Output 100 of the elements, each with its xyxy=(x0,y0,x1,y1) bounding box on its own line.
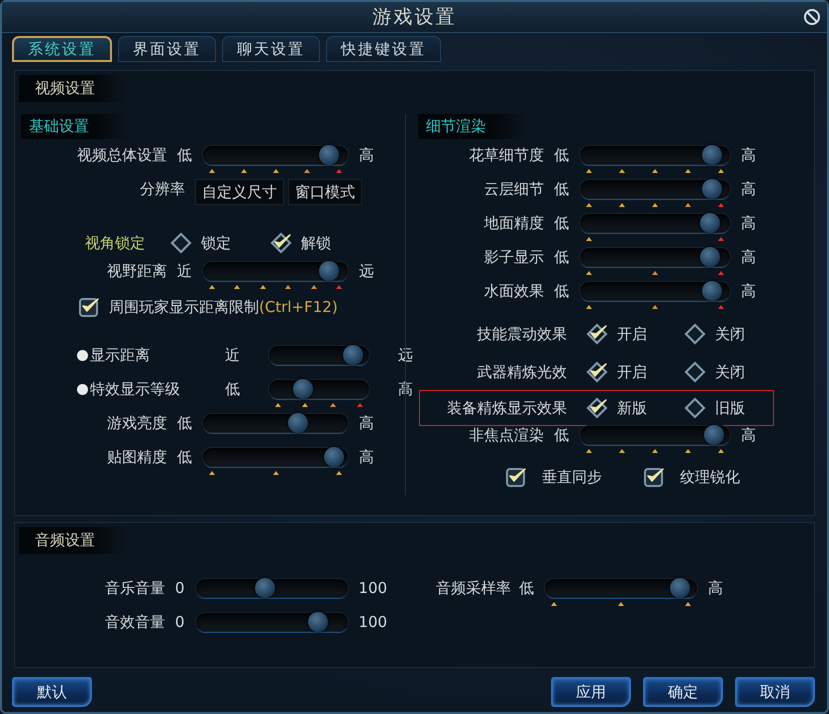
radio-option[interactable]: 解锁 xyxy=(269,231,355,255)
radio-option[interactable]: 关闭 xyxy=(683,360,773,384)
radio-option[interactable]: 新版 xyxy=(585,396,675,420)
slider-track[interactable] xyxy=(579,145,731,165)
close-icon[interactable] xyxy=(803,8,821,26)
min-label: 低 xyxy=(519,578,534,598)
min-label: 低 xyxy=(225,379,240,399)
slider-track[interactable] xyxy=(202,145,349,165)
slider-thumb[interactable] xyxy=(324,447,344,467)
slider-track[interactable] xyxy=(579,425,731,445)
setting-label: 视角锁定 xyxy=(84,233,146,253)
max-label: 100 xyxy=(358,578,388,598)
slider-thumb[interactable] xyxy=(702,281,722,301)
footer-button[interactable]: 确定 xyxy=(643,677,723,707)
slider-thumb[interactable] xyxy=(702,145,722,165)
slider-thumb[interactable] xyxy=(319,261,340,281)
min-label: 0 xyxy=(175,612,185,632)
dropdown[interactable]: 自定义尺寸 xyxy=(195,179,284,205)
setting-label: 影子显示 xyxy=(483,247,545,267)
min-label: 低 xyxy=(177,145,192,165)
radio-option[interactable]: 开启 xyxy=(585,360,675,384)
min-label: 低 xyxy=(554,213,569,233)
min-label: 低 xyxy=(554,247,569,267)
max-label: 高 xyxy=(359,447,374,467)
tab[interactable]: 聊天设置 xyxy=(222,36,320,62)
footer-button[interactable]: 默认 xyxy=(12,677,92,707)
setting-label: 技能震动效果 xyxy=(476,324,568,344)
checkbox-option[interactable]: 纹理锐化 xyxy=(642,465,740,489)
min-label: 低 xyxy=(554,145,569,165)
slider-track[interactable] xyxy=(202,261,349,281)
slider-thumb[interactable] xyxy=(670,578,690,598)
slider-thumb[interactable] xyxy=(700,247,720,267)
slider-track[interactable] xyxy=(194,612,349,632)
setting-label: 特效显示等级 xyxy=(90,379,181,399)
slider-track[interactable] xyxy=(194,578,349,598)
slider-thumb[interactable] xyxy=(700,213,720,233)
footer-button[interactable]: 应用 xyxy=(551,677,631,707)
slider-thumb[interactable] xyxy=(343,345,364,365)
max-label: 高 xyxy=(741,145,756,165)
tab[interactable]: 系统设置 xyxy=(12,36,112,62)
setting-label: 音频采样率 xyxy=(435,578,512,598)
slider-track[interactable] xyxy=(579,247,731,267)
slider-track[interactable] xyxy=(202,447,349,467)
slider-track[interactable] xyxy=(202,413,349,433)
slider-track[interactable] xyxy=(268,379,370,399)
slider-thumb[interactable] xyxy=(293,379,313,399)
slider-thumb[interactable] xyxy=(319,145,340,165)
checkbox-option[interactable]: 周围玩家显示距离限制(Ctrl+F12) xyxy=(77,295,338,319)
slider-thumb[interactable] xyxy=(308,612,328,632)
checkbox[interactable] xyxy=(504,465,528,489)
min-label: 低 xyxy=(554,425,569,445)
slider-thumb[interactable] xyxy=(254,578,275,598)
checkbox-option[interactable]: 垂直同步 xyxy=(504,465,602,489)
setting-label: 视野距离 xyxy=(106,261,168,281)
min-label: 低 xyxy=(554,281,569,301)
checkbox[interactable] xyxy=(77,295,101,319)
setting-label: 视频总体设置 xyxy=(76,145,168,165)
slider-thumb[interactable] xyxy=(702,179,722,199)
setting-label: 音效音量 xyxy=(104,612,166,632)
setting-label: 显示距离 xyxy=(90,345,151,365)
max-label: 高 xyxy=(359,145,374,165)
max-label: 高 xyxy=(741,425,756,445)
max-label: 高 xyxy=(741,281,756,301)
slider-track[interactable] xyxy=(579,281,731,301)
setting-label: 武器精炼光效 xyxy=(476,362,568,382)
min-label: 低 xyxy=(177,413,192,433)
setting-label: 地面精度 xyxy=(483,213,545,233)
dropdown[interactable]: 窗口模式 xyxy=(288,179,362,205)
max-label: 高 xyxy=(359,413,374,433)
max-label: 高 xyxy=(741,213,756,233)
setting-label: 音乐音量 xyxy=(104,578,166,598)
slider-track[interactable] xyxy=(268,345,370,365)
setting-label: 装备精炼显示效果 xyxy=(446,398,568,418)
min-label: 近 xyxy=(225,345,240,365)
slider-thumb[interactable] xyxy=(704,425,724,445)
tab[interactable]: 界面设置 xyxy=(118,36,216,62)
window-title: 游戏设置 xyxy=(372,5,456,30)
slider-thumb[interactable] xyxy=(288,413,308,433)
slider-track[interactable] xyxy=(544,578,698,598)
max-label: 高 xyxy=(708,578,723,598)
setting-label: 云层细节 xyxy=(483,179,545,199)
min-label: 低 xyxy=(554,179,569,199)
min-label: 0 xyxy=(175,578,185,598)
radio-option[interactable]: 开启 xyxy=(585,322,675,346)
max-label: 100 xyxy=(358,612,388,632)
footer-button[interactable]: 取消 xyxy=(735,677,815,707)
min-label: 近 xyxy=(177,261,192,281)
setting-label: 游戏亮度 xyxy=(106,413,168,433)
setting-label: 非焦点渲染 xyxy=(468,425,545,445)
slider-track[interactable] xyxy=(579,213,731,233)
slider-track[interactable] xyxy=(579,179,731,199)
radio-option[interactable]: 关闭 xyxy=(683,322,773,346)
checkbox[interactable] xyxy=(642,465,666,489)
setting-label: 花草细节度 xyxy=(468,145,545,165)
max-label: 高 xyxy=(741,179,756,199)
min-label: 低 xyxy=(177,447,192,467)
radio-option[interactable]: 旧版 xyxy=(683,396,773,420)
tab[interactable]: 快捷键设置 xyxy=(326,36,441,62)
setting-label: 贴图精度 xyxy=(106,447,168,467)
radio-option[interactable]: 锁定 xyxy=(169,231,255,255)
